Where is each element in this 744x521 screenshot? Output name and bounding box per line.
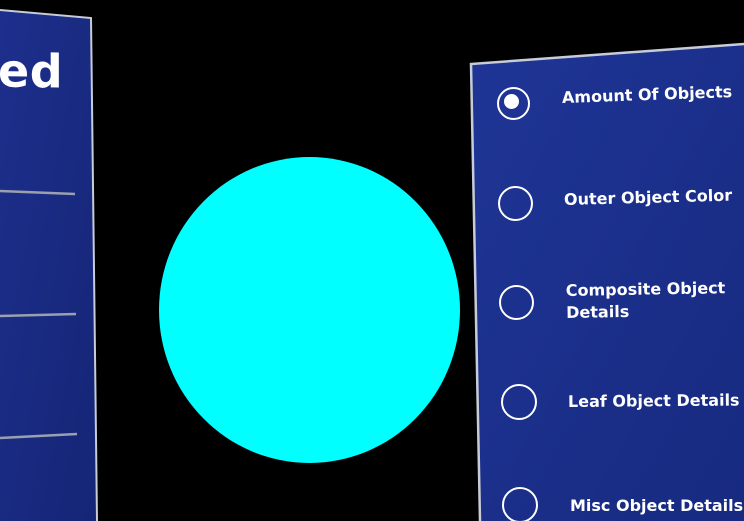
- menu-item-misc-object-details[interactable]: Misc Object Details: [501, 486, 744, 521]
- menu-item-leaf-object-details[interactable]: Leaf Object Details: [500, 383, 744, 423]
- options-menu-panel: Amount Of Objects Outer Object Color Com…: [0, 0, 744, 521]
- menu-item-label: Outer Object Color: [563, 185, 733, 209]
- menu-item-label: Amount Of Objects: [561, 82, 733, 107]
- radio-icon[interactable]: [501, 384, 537, 420]
- menu-item-label: Leaf Object Details: [567, 390, 740, 411]
- scene: ed Amount Of Objects Outer Object Color: [0, 0, 744, 521]
- radio-selected-icon[interactable]: [497, 87, 530, 120]
- menu-item-label: Composite Object Details: [565, 278, 726, 322]
- menu-item-amount-of-objects[interactable]: Amount Of Objects: [495, 82, 740, 124]
- menu-panel-surface: [469, 42, 744, 521]
- menu-item-composite-object-details[interactable]: Composite Object Details: [498, 278, 743, 332]
- menu-item-outer-object-color[interactable]: Outer Object Color: [497, 184, 742, 224]
- radio-icon[interactable]: [499, 285, 534, 320]
- menu-item-label: Misc Object Details: [570, 496, 744, 515]
- radio-icon[interactable]: [498, 186, 533, 221]
- radio-icon[interactable]: [502, 487, 538, 521]
